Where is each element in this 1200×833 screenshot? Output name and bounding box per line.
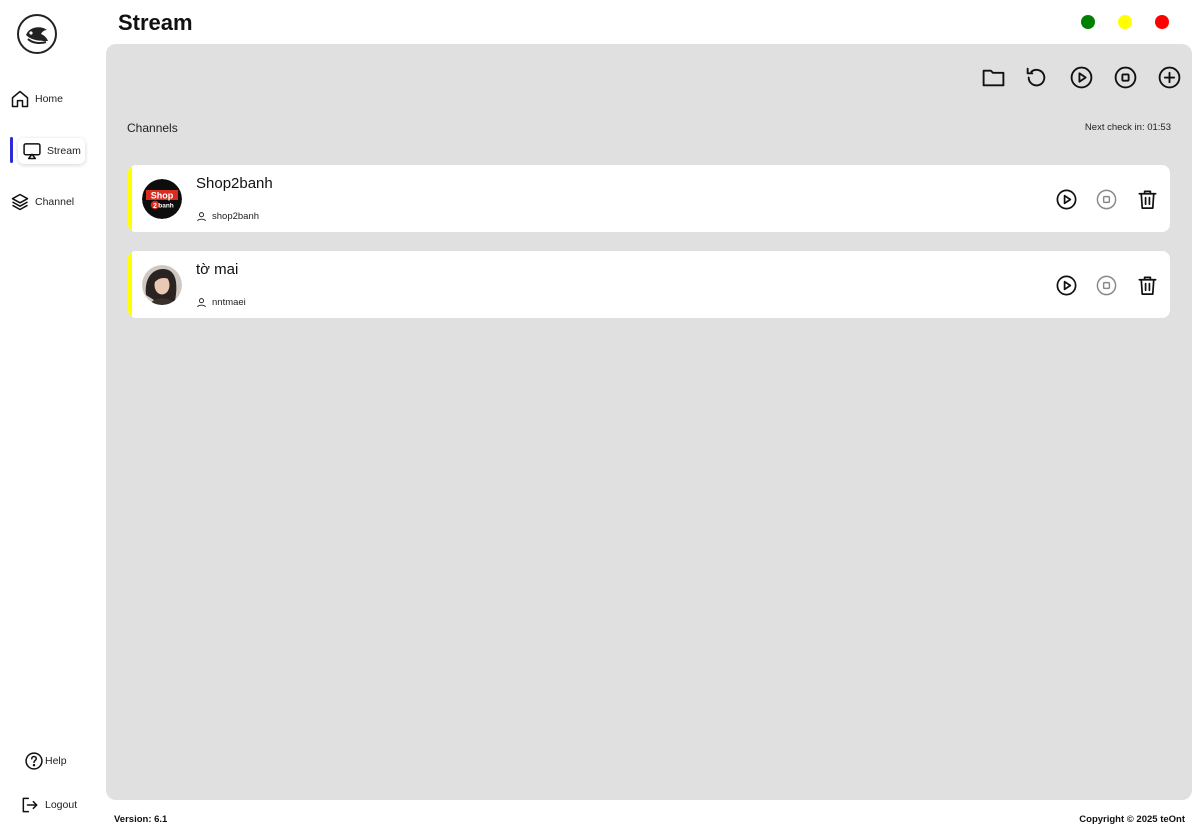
version-label: Version: 6.1 xyxy=(114,814,168,825)
fish-logo-icon[interactable] xyxy=(17,14,57,54)
sidebar-item-label: Stream xyxy=(47,145,81,157)
user-icon xyxy=(197,298,206,308)
channel-stop-button[interactable] xyxy=(1094,187,1118,211)
sidebar-item-stream[interactable]: Stream xyxy=(10,137,100,165)
plus-circle-icon xyxy=(1158,66,1180,88)
channel-delete-button[interactable] xyxy=(1135,273,1159,297)
window-maximize-button[interactable] xyxy=(1081,15,1095,29)
channel-avatar xyxy=(142,265,182,305)
channel-delete-button[interactable] xyxy=(1135,187,1159,211)
section-title: Channels xyxy=(127,121,178,135)
main-panel: Channels Next check in: 01:53 Shop 2 ban… xyxy=(106,44,1192,800)
folder-icon xyxy=(982,69,1004,86)
sidebar-item-home[interactable]: Home xyxy=(10,85,100,113)
question-circle-icon xyxy=(25,752,43,770)
play-circle-icon xyxy=(1056,275,1076,295)
help-button[interactable]: Help xyxy=(24,747,114,775)
cast-icon xyxy=(23,143,41,160)
stop-circle-icon xyxy=(1096,189,1116,209)
next-check-timer: Next check in: 01:53 xyxy=(1084,122,1171,133)
sidebar-item-channel[interactable]: Channel xyxy=(10,188,100,216)
channel-play-button[interactable] xyxy=(1054,273,1078,297)
play-circle-icon xyxy=(1056,189,1076,209)
app-window: Home Stream Channel Help Logout Stream C… xyxy=(0,0,1200,833)
channel-username: shop2banh xyxy=(196,211,259,222)
add-channel-button[interactable] xyxy=(1156,64,1182,90)
channel-card[interactable]: tờ mai nntmaei xyxy=(128,251,1170,318)
logout-icon xyxy=(22,797,38,813)
sidebar: Home Stream Channel Help Logout xyxy=(0,0,106,833)
trash-icon xyxy=(1137,189,1157,209)
channel-avatar: Shop 2 banh xyxy=(142,179,182,219)
stop-circle-icon xyxy=(1114,66,1136,88)
window-close-button[interactable] xyxy=(1155,15,1169,29)
open-folder-button[interactable] xyxy=(980,64,1006,90)
channel-card[interactable]: Shop 2 banh Shop2banh shop2banh xyxy=(128,165,1170,232)
active-item-highlight: Stream xyxy=(18,138,85,164)
page-title: Stream xyxy=(118,10,193,35)
logout-button[interactable]: Logout xyxy=(20,791,110,819)
stop-all-button[interactable] xyxy=(1112,64,1138,90)
play-all-button[interactable] xyxy=(1068,64,1094,90)
window-minimize-button[interactable] xyxy=(1118,15,1132,29)
channel-username-text: nntmaei xyxy=(212,297,246,308)
help-label: Help xyxy=(45,755,67,767)
channel-username: nntmaei xyxy=(196,297,246,308)
refresh-icon xyxy=(1026,67,1045,86)
play-circle-icon xyxy=(1070,66,1092,88)
home-icon xyxy=(11,90,29,108)
channel-name: Shop2banh xyxy=(196,175,273,192)
refresh-button[interactable] xyxy=(1023,64,1049,90)
channel-name: tờ mai xyxy=(196,261,239,278)
stop-circle-icon xyxy=(1096,275,1116,295)
sidebar-item-label: Home xyxy=(35,93,64,105)
layers-icon xyxy=(11,193,29,211)
avatar-text: Shop xyxy=(151,191,174,201)
channel-play-button[interactable] xyxy=(1054,187,1078,211)
copyright-label: Copyright © 2025 teOnt xyxy=(1079,814,1185,825)
sidebar-item-label: Channel xyxy=(35,196,75,208)
avatar-text: 2 xyxy=(153,203,157,210)
avatar-text: banh xyxy=(158,203,174,210)
user-icon xyxy=(197,212,206,222)
channel-stop-button[interactable] xyxy=(1094,273,1118,297)
logout-label: Logout xyxy=(45,799,78,811)
trash-icon xyxy=(1137,275,1157,295)
channel-username-text: shop2banh xyxy=(212,211,260,222)
